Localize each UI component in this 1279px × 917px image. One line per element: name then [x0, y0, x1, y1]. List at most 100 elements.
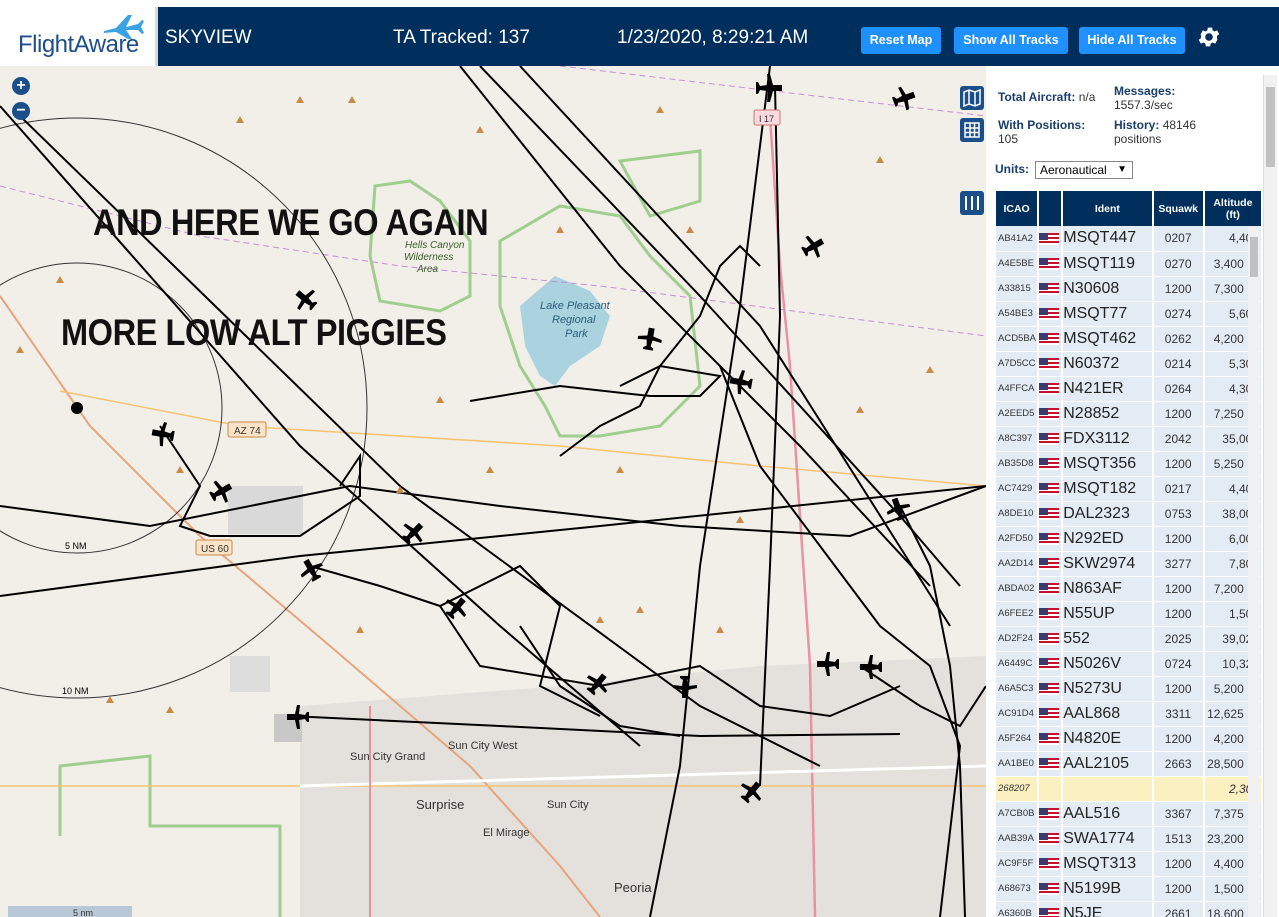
cell-squawk: 0724: [1152, 651, 1205, 677]
cell-ident: DAL2323: [1062, 501, 1154, 527]
us-flag-icon: [1039, 458, 1060, 471]
table-row[interactable]: AA2D14 SKW2974 3277 7,800: [996, 551, 1264, 577]
page-scrollbar[interactable]: [1263, 75, 1277, 917]
cell-icao: A68673: [996, 876, 1040, 902]
columns-button[interactable]: [960, 191, 984, 215]
table-row[interactable]: AC7429 MSQT182 0217 4,400: [996, 476, 1264, 502]
table-row[interactable]: AC91D4AAL868331112,625 ▼: [996, 701, 1264, 727]
table-row[interactable]: A2FD50 N292ED 1200 6,000: [996, 526, 1264, 552]
header-altitude-unit: (ft): [1225, 208, 1240, 221]
table-body: AB41A2 MSQT447 0207 4,400 A4E5BE MSQT119 0270…: [996, 226, 1264, 917]
table-row[interactable]: AAB39ASWA1774151323,200 ▲: [996, 826, 1264, 852]
header-altitude[interactable]: Altitude (ft): [1203, 191, 1264, 226]
cell-ident: SWA1774: [1062, 826, 1154, 852]
table-row[interactable]: AA1BE0AAL2105266328,500 ▲: [996, 751, 1264, 777]
cell-squawk: 0207: [1152, 226, 1205, 252]
page-scroll-thumb[interactable]: [1266, 87, 1275, 167]
table-row[interactable]: A6360BN5JE266118,600 ▲: [996, 901, 1264, 917]
columns-icon: [965, 196, 979, 210]
show-all-tracks-button[interactable]: Show All Tracks: [954, 27, 1068, 54]
us-flag-icon: [1039, 483, 1060, 496]
us-flag-icon: [1039, 733, 1060, 746]
cell-flag: [1038, 551, 1064, 577]
datetime: 1/23/2020, 8:29:21 AM: [617, 27, 809, 48]
cell-flag: [1038, 451, 1064, 477]
cell-squawk: 1200: [1152, 401, 1205, 427]
table-row[interactable]: A5F264N4820E12004,200 ▲: [996, 726, 1264, 752]
altitude-value: 7,300: [1213, 281, 1244, 296]
table-row[interactable]: A7D5CC N60372 0214 5,300: [996, 351, 1264, 377]
cell-ident: N28852: [1062, 401, 1154, 427]
cell-ident: MSQT447: [1062, 226, 1154, 252]
table-row[interactable]: ABDA02N863AF12007,200 ▲: [996, 576, 1264, 602]
cell-squawk: 0264: [1152, 376, 1205, 402]
cell-icao: ABDA02: [996, 576, 1040, 602]
header-icao[interactable]: ICAO: [996, 191, 1040, 226]
table-row[interactable]: A8DE10 DAL2323 0753 38,000: [996, 501, 1264, 527]
label-sun-city: Sun City: [547, 799, 589, 811]
table-row[interactable]: A68673N5199B12001,500 ▼: [996, 876, 1264, 902]
table-scroll-thumb[interactable]: [1250, 237, 1258, 277]
header-ident[interactable]: Ident: [1062, 191, 1154, 226]
gear-icon[interactable]: [1196, 24, 1222, 50]
cell-icao: A8DE10: [996, 501, 1040, 527]
zoom-in-button[interactable]: +: [12, 77, 30, 95]
table-row[interactable]: 268207 2,300: [996, 776, 1264, 802]
table-scrollbar[interactable]: [1248, 227, 1260, 917]
table-row[interactable]: A7CB0BAAL51633677,375 ▼: [996, 801, 1264, 827]
table-row[interactable]: AC9F5FMSQT31312004,400 ▲: [996, 851, 1264, 877]
us-flag-icon: [1039, 433, 1060, 446]
label-sun-city-grand: Sun City Grand: [350, 751, 425, 763]
table-row[interactable]: AB41A2 MSQT447 0207 4,400: [996, 226, 1264, 252]
road-az74: [59, 390, 986, 487]
altitude-value: 4,400: [1213, 856, 1244, 871]
table-row[interactable]: A6449C N5026V 0724 10,325: [996, 651, 1264, 677]
map-view[interactable]: Hells Canyon Wilderness Area Lake Pleasa…: [0, 66, 986, 917]
header-altitude-label: Altitude: [1213, 196, 1253, 209]
cell-flag: [1038, 401, 1064, 427]
altitude-value: 5,250: [1213, 456, 1244, 471]
cell-squawk: 1200: [1152, 576, 1205, 602]
header-squawk[interactable]: Squawk: [1152, 191, 1205, 226]
table-row[interactable]: A4FFCA N421ER 0264 4,300: [996, 376, 1264, 402]
cell-squawk: 0274: [1152, 301, 1205, 327]
table-row[interactable]: A6A5C3N5273U12005,200 ▼: [996, 676, 1264, 702]
cell-flag: [1038, 326, 1064, 352]
stat-messages-label: Messages:: [1114, 84, 1176, 98]
table-row[interactable]: A8C397 FDX3112 2042 35,000: [996, 426, 1264, 452]
table-row[interactable]: A33815N3060812007,300 ▲: [996, 276, 1264, 302]
map-layer-button[interactable]: [960, 86, 984, 110]
cell-icao: A4FFCA: [996, 376, 1040, 402]
stat-total-label: Total Aircraft:: [998, 90, 1076, 104]
label-surprise: Surprise: [416, 797, 464, 812]
label-i17: I 17: [759, 114, 774, 124]
zoom-out-button[interactable]: −: [12, 102, 30, 120]
grid-button[interactable]: [960, 118, 984, 142]
cell-squawk: 1200: [1152, 851, 1205, 877]
cell-ident: N4820E: [1062, 726, 1154, 752]
hide-all-tracks-button[interactable]: Hide All Tracks: [1079, 27, 1185, 54]
us-flag-icon: [1039, 808, 1060, 821]
top-strip: [0, 0, 1279, 7]
table-row[interactable]: A6FEE2 N55UP 1200 1,500: [996, 601, 1264, 627]
cell-ident: MSQT119: [1062, 251, 1154, 277]
cell-ident: MSQT356: [1062, 451, 1154, 477]
stat-history-value: 48146: [1162, 118, 1197, 132]
reset-map-button[interactable]: Reset Map: [861, 27, 941, 54]
table-row[interactable]: A54BE3 MSQT77 0274 5,600: [996, 301, 1264, 327]
flightaware-logo[interactable]: FlightAware: [0, 7, 158, 66]
us-flag-icon: [1039, 633, 1060, 646]
terrain-markers: [16, 96, 934, 713]
table-row[interactable]: AB35D8MSQT35612005,250 ▼: [996, 451, 1264, 477]
cell-icao: AB35D8: [996, 451, 1040, 477]
table-row[interactable]: AD2F24 552 2025 39,025: [996, 626, 1264, 652]
table-row[interactable]: A2EED5N2885212007,250 ▲: [996, 401, 1264, 427]
app-header: FlightAware SKYVIEW TA Tracked: 137 1/23…: [0, 7, 1279, 66]
table-row[interactable]: ACD5BAMSQT46202624,200 ▲: [996, 326, 1264, 352]
cell-icao: AA1BE0: [996, 751, 1040, 777]
us-flag-icon: [1039, 858, 1060, 871]
stat-history: History: 48146 positions: [1114, 118, 1196, 146]
table-row[interactable]: A4E5BEMSQT11902703,400 ▼: [996, 251, 1264, 277]
us-flag-icon: [1039, 583, 1060, 596]
units-select[interactable]: Aeronautical ▼: [1035, 161, 1133, 179]
